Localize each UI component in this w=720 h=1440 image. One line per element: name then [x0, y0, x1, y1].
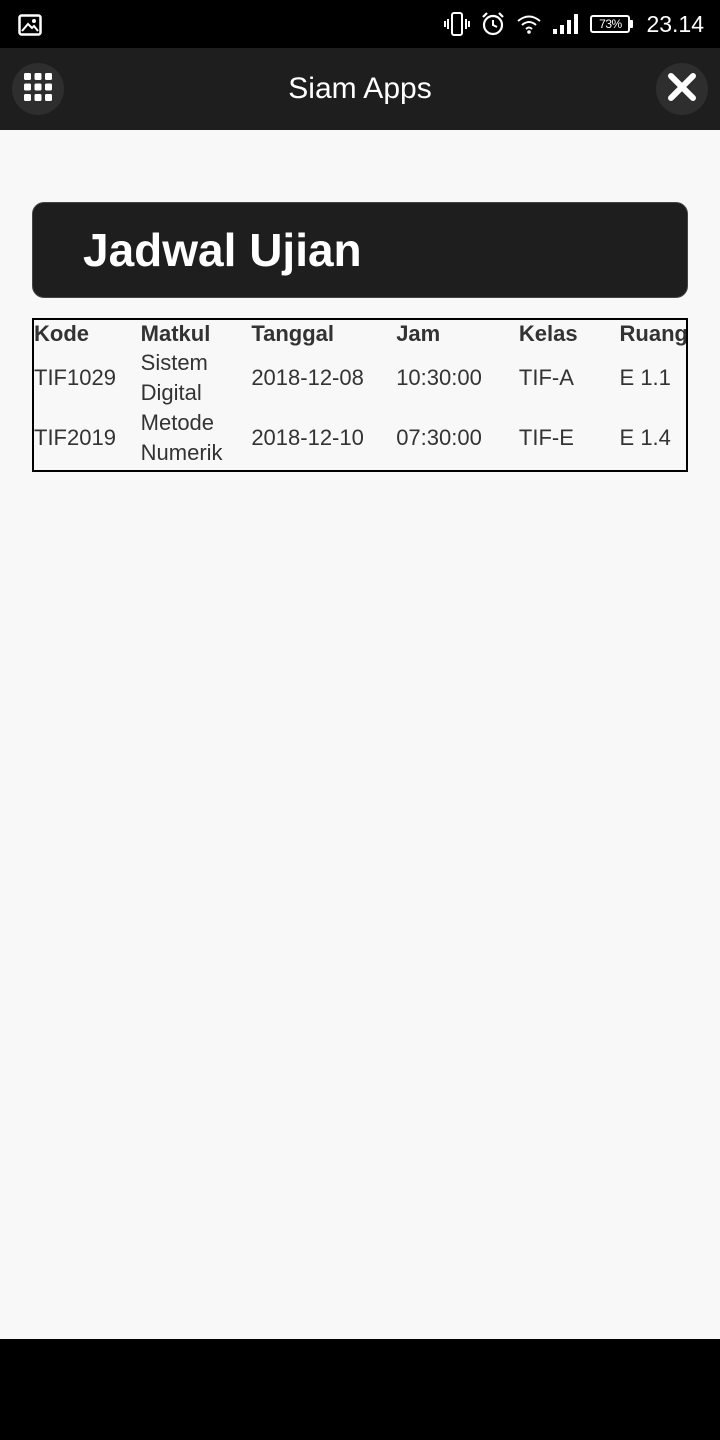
cell-kode: TIF1029: [34, 365, 116, 390]
alarm-icon: [480, 11, 506, 37]
cell-tanggal: 2018-12-10: [251, 425, 364, 450]
status-bar: 73% 23.14: [0, 0, 720, 48]
cell-matkul-line2: Digital: [140, 380, 202, 405]
cell-matkul-line2: Numerik: [140, 440, 223, 465]
app-bar: Siam Apps: [0, 48, 720, 130]
column-header-kode: Kode: [34, 321, 89, 346]
column-header-ruang: Ruang: [619, 321, 688, 346]
image-icon: [18, 14, 42, 41]
app-title: Siam Apps: [288, 72, 432, 105]
page-title: Jadwal Ujian: [83, 224, 362, 276]
status-icons: 73% 23.14: [444, 0, 704, 48]
cell-matkul: Sistem Digital: [141, 348, 252, 408]
column-header-jam: Jam: [396, 321, 441, 346]
status-time: 23.14: [646, 10, 704, 37]
battery-icon: 73%: [590, 14, 634, 34]
close-icon: [667, 72, 697, 107]
page-header: Jadwal Ujian: [32, 202, 688, 298]
cell-kode: TIF2019: [34, 425, 116, 450]
close-button[interactable]: [656, 63, 708, 115]
cell-ruang: E 1.1: [619, 365, 671, 390]
navigation-bar: [0, 1339, 720, 1440]
cell-ruang: E 1.4: [619, 425, 671, 450]
exam-schedule-table: Kode Matkul Tanggal Jam Kelas Ruang TIF1…: [32, 318, 688, 472]
cell-kelas: TIF-A: [518, 365, 574, 390]
vibrate-icon: [444, 11, 471, 37]
cell-kelas: TIF-E: [518, 425, 574, 450]
cell-jam: 07:30:00: [396, 425, 482, 450]
column-header-kelas: Kelas: [518, 321, 578, 346]
cell-jam: 10:30:00: [396, 365, 482, 390]
table-row: TIF2019 Metode Numerik 2018-12-10 07:30:…: [34, 408, 686, 468]
column-header-matkul: Matkul: [140, 321, 211, 346]
cell-matkul-line1: Sistem: [140, 350, 208, 375]
table-header-row: Kode Matkul Tanggal Jam Kelas Ruang: [34, 320, 688, 348]
table-row: TIF1029 Sistem Digital 2018-12-08 10:30:…: [34, 348, 686, 408]
signal-icon: [552, 13, 580, 35]
cell-matkul-line1: Metode: [140, 410, 215, 435]
cell-matkul: Metode Numerik: [141, 408, 252, 468]
cell-tanggal: 2018-12-08: [251, 365, 364, 390]
battery-level: 73%: [590, 15, 631, 33]
wifi-icon: [516, 13, 542, 35]
column-header-tanggal: Tanggal: [251, 321, 335, 346]
main-content: Jadwal Ujian Kode Matkul Tanggal Jam Kel…: [0, 130, 720, 1339]
